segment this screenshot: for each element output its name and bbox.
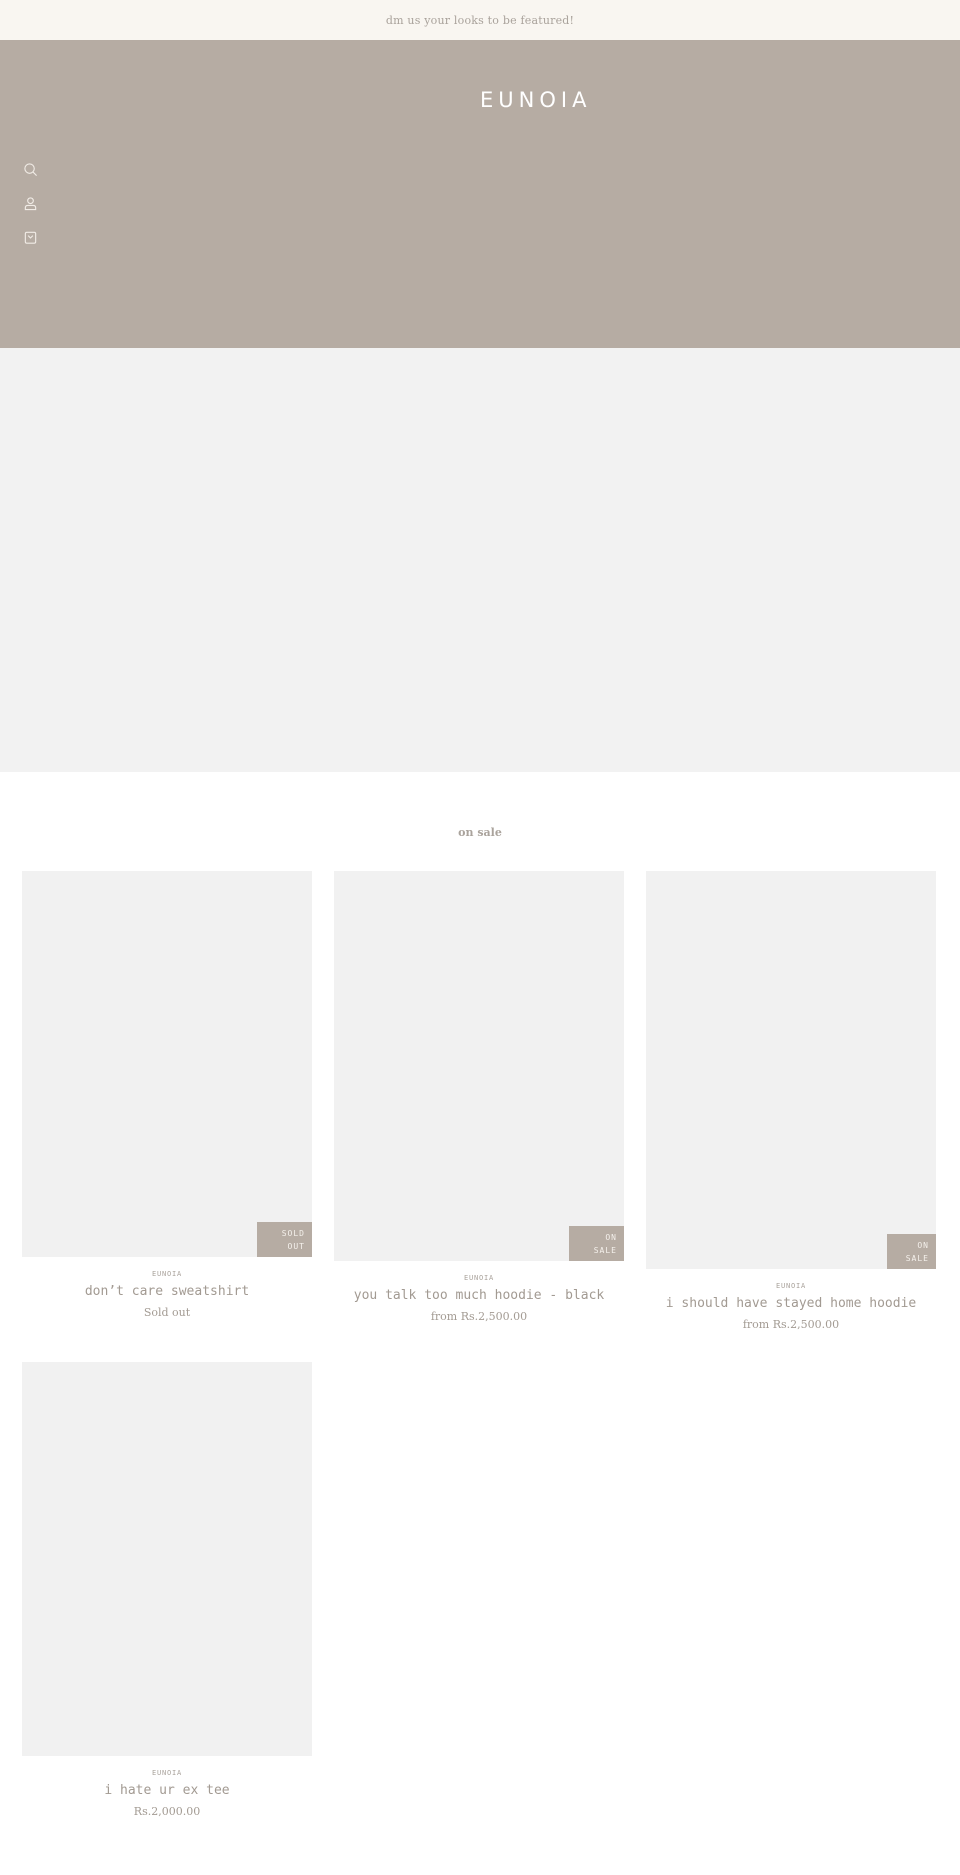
announcement-bar: dm us your looks to be featured! xyxy=(0,0,960,40)
sold-out-badge: SOLD OUT xyxy=(257,1222,312,1257)
product-image[interactable]: ON SALE xyxy=(334,871,624,1261)
product-info: EUNOIA you talk too much hoodie - black … xyxy=(334,1261,624,1325)
product-card[interactable]: ON SALE EUNOIA i should have stayed home… xyxy=(646,871,936,1333)
product-info: EUNOIA i hate ur ex tee Rs.2,000.00 xyxy=(22,1756,312,1820)
product-image[interactable]: ON SALE xyxy=(646,871,936,1269)
announcement-text: dm us your looks to be featured! xyxy=(385,13,575,27)
product-info: EUNOIA don’t care sweatshirt Sold out xyxy=(22,1257,312,1321)
product-price: from Rs.2,500.00 xyxy=(742,1318,840,1331)
product-title[interactable]: you talk too much hoodie - black xyxy=(334,1286,624,1306)
product-vendor: EUNOIA xyxy=(151,1270,183,1278)
product-vendor: EUNOIA xyxy=(151,1769,183,1777)
product-vendor: EUNOIA xyxy=(463,1274,495,1282)
product-image[interactable]: SOLD OUT xyxy=(22,871,312,1257)
collection-title: on sale xyxy=(458,826,502,839)
on-sale-badge: ON SALE xyxy=(569,1226,624,1261)
product-price: Rs.2,000.00 xyxy=(133,1805,201,1818)
product-title[interactable]: i hate ur ex tee xyxy=(22,1781,312,1801)
product-price: Sold out xyxy=(143,1306,191,1319)
product-card[interactable]: SOLD OUT EUNOIA don’t care sweatshirt So… xyxy=(22,871,312,1321)
cart-button[interactable] xyxy=(21,228,39,246)
product-card[interactable]: EUNOIA i hate ur ex tee Rs.2,000.00 xyxy=(22,1362,312,1820)
account-icon xyxy=(24,196,36,210)
product-vendor: EUNOIA xyxy=(775,1282,807,1290)
cart-icon xyxy=(24,231,36,244)
search-button[interactable] xyxy=(21,160,39,178)
site-header: EUNOIA xyxy=(0,40,960,348)
product-card[interactable]: ON SALE EUNOIA you talk too much hoodie … xyxy=(334,871,624,1325)
on-sale-badge: ON SALE xyxy=(887,1234,936,1269)
product-info: EUNOIA i should have stayed home hoodie … xyxy=(646,1269,936,1333)
product-price: from Rs.2,500.00 xyxy=(430,1310,528,1323)
product-image[interactable] xyxy=(22,1362,312,1756)
account-button[interactable] xyxy=(21,194,39,212)
logo[interactable]: EUNOIA xyxy=(480,88,586,112)
product-title[interactable]: don’t care sweatshirt xyxy=(22,1282,312,1302)
search-icon xyxy=(23,162,37,176)
hero-banner xyxy=(0,348,960,772)
product-title[interactable]: i should have stayed home hoodie xyxy=(646,1294,936,1314)
